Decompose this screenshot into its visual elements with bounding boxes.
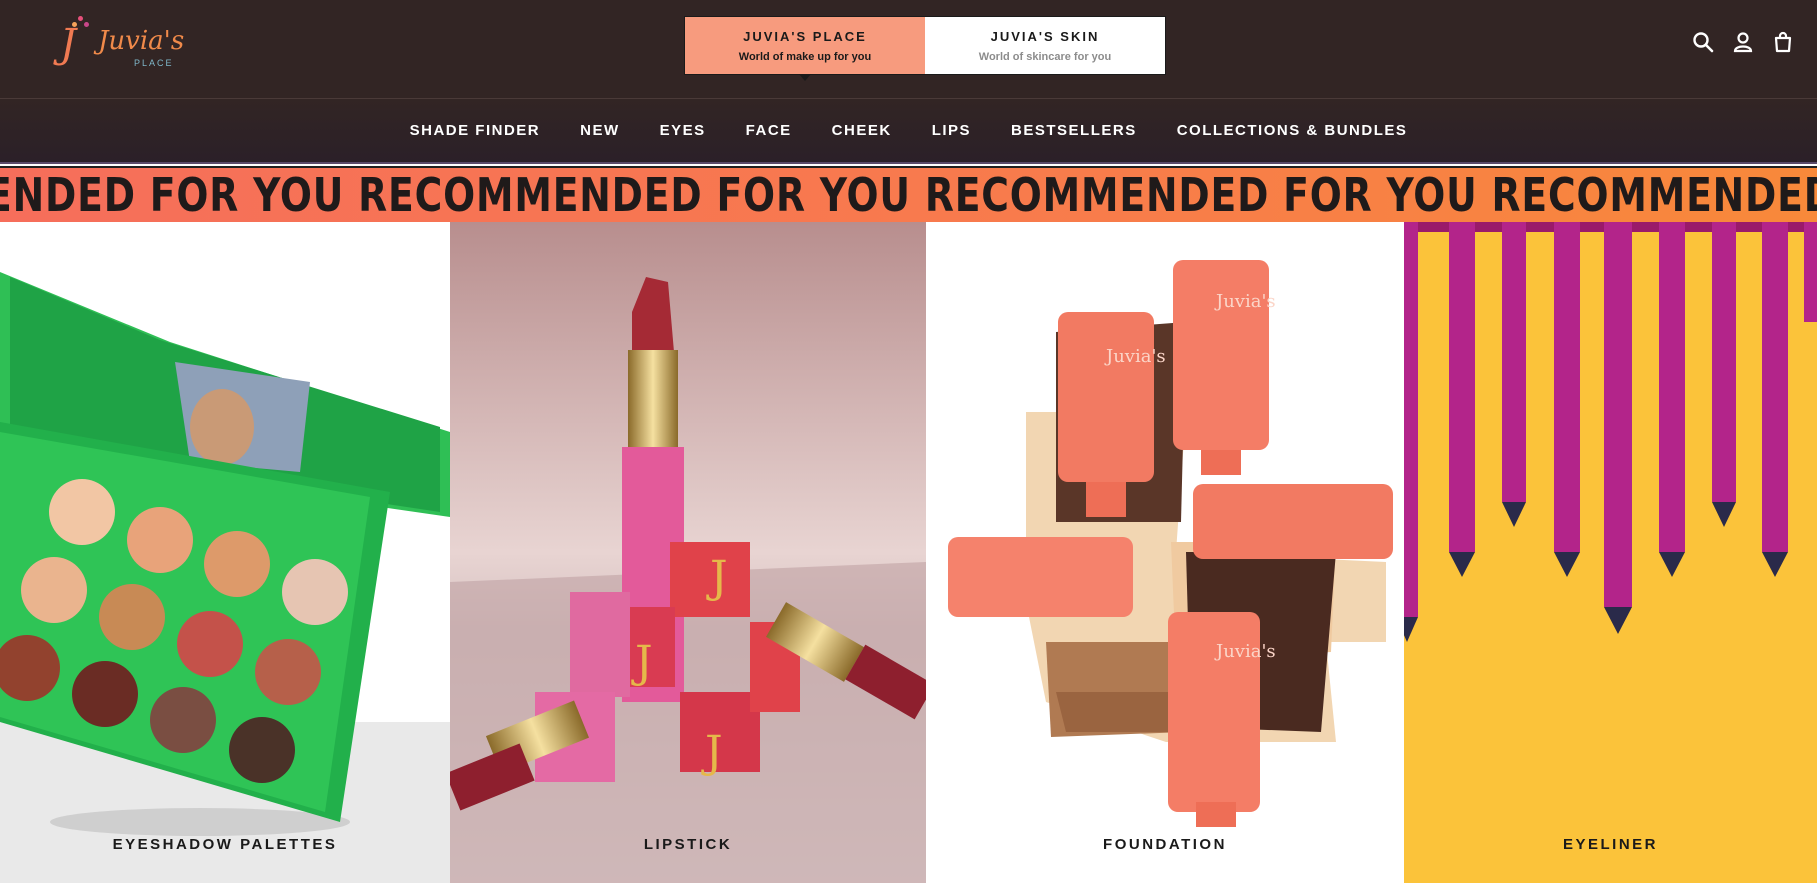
logo-j-mark: J xyxy=(60,21,77,67)
category-label: LIPSTICK xyxy=(643,836,733,853)
recommended-marquee: ENDED FOR YOU RECOMMENDED FOR YOU RECOMM… xyxy=(0,166,1817,224)
tab-title: JUVIA'S SKIN xyxy=(990,28,1100,44)
svg-text:Juvia's: Juvia's xyxy=(1214,641,1276,662)
category-label: EYELINER xyxy=(1562,836,1658,853)
category-label: FOUNDATION xyxy=(1103,836,1227,853)
account-icon[interactable] xyxy=(1731,30,1755,54)
site-header: J Juvia's PLACE JUVIA'S PLACE World of m… xyxy=(0,0,1817,99)
foundation-image: Juvia's Juvia's Juvia's xyxy=(948,260,1393,827)
logo-subtitle: PLACE xyxy=(134,58,174,68)
category-card-lipstick[interactable]: J J J LIPSTICK xyxy=(450,222,926,883)
nav-item-cheek[interactable]: CHEEK xyxy=(832,122,892,139)
svg-text:J: J xyxy=(701,727,723,778)
nav-item-new[interactable]: NEW xyxy=(580,122,620,139)
eyeliner-image xyxy=(1404,222,1817,883)
nav-item-bestsellers[interactable]: BESTSELLERS xyxy=(1011,122,1137,139)
brand-logo[interactable]: J Juvia's PLACE xyxy=(60,14,184,76)
category-card-foundation[interactable]: Juvia's Juvia's Juvia's FOUNDATION xyxy=(926,222,1404,883)
category-grid: EYESHADOW PALETTES J J J LIPSTICK Juvia'… xyxy=(0,222,1817,883)
nav-item-collections-bundles[interactable]: COLLECTIONS & BUNDLES xyxy=(1177,122,1408,139)
svg-text:J: J xyxy=(631,637,653,688)
svg-text:Juvia's: Juvia's xyxy=(1214,291,1276,312)
nav-item-eyes[interactable]: EYES xyxy=(660,122,706,139)
tab-tagline: World of make up for you xyxy=(738,50,872,63)
nav-item-lips[interactable]: LIPS xyxy=(932,122,971,139)
search-icon[interactable] xyxy=(1691,30,1715,54)
lipstick-image: J J J xyxy=(450,222,926,883)
svg-text:Juvia's: Juvia's xyxy=(1104,346,1166,367)
tab-juvias-place[interactable]: JUVIA'S PLACE World of make up for you xyxy=(685,17,925,81)
tab-tagline: World of skincare for you xyxy=(978,50,1112,63)
nav-item-shade-finder[interactable]: SHADE FINDER xyxy=(410,122,541,139)
utility-icons xyxy=(1691,30,1795,54)
marquee-text: ENDED FOR YOU RECOMMENDED FOR YOU RECOMM… xyxy=(0,168,1817,222)
nav-item-face[interactable]: FACE xyxy=(746,122,792,139)
category-card-eyeshadow[interactable]: EYESHADOW PALETTES xyxy=(0,222,450,883)
category-card-eyeliner[interactable]: EYELINER xyxy=(1404,222,1817,883)
bag-icon[interactable] xyxy=(1771,30,1795,54)
logo-wordmark: Juvia's xyxy=(98,26,185,56)
store-switcher: JUVIA'S PLACE World of make up for you J… xyxy=(684,16,1166,81)
tab-juvias-skin[interactable]: JUVIA'S SKIN World of skincare for you xyxy=(925,17,1165,74)
svg-text:J: J xyxy=(706,552,728,603)
main-nav: SHADE FINDER NEW EYES FACE CHEEK LIPS BE… xyxy=(0,99,1817,164)
eyeshadow-palette-image xyxy=(0,222,450,883)
tab-title: JUVIA'S PLACE xyxy=(743,28,867,44)
category-label: EYESHADOW PALETTES xyxy=(112,836,338,853)
